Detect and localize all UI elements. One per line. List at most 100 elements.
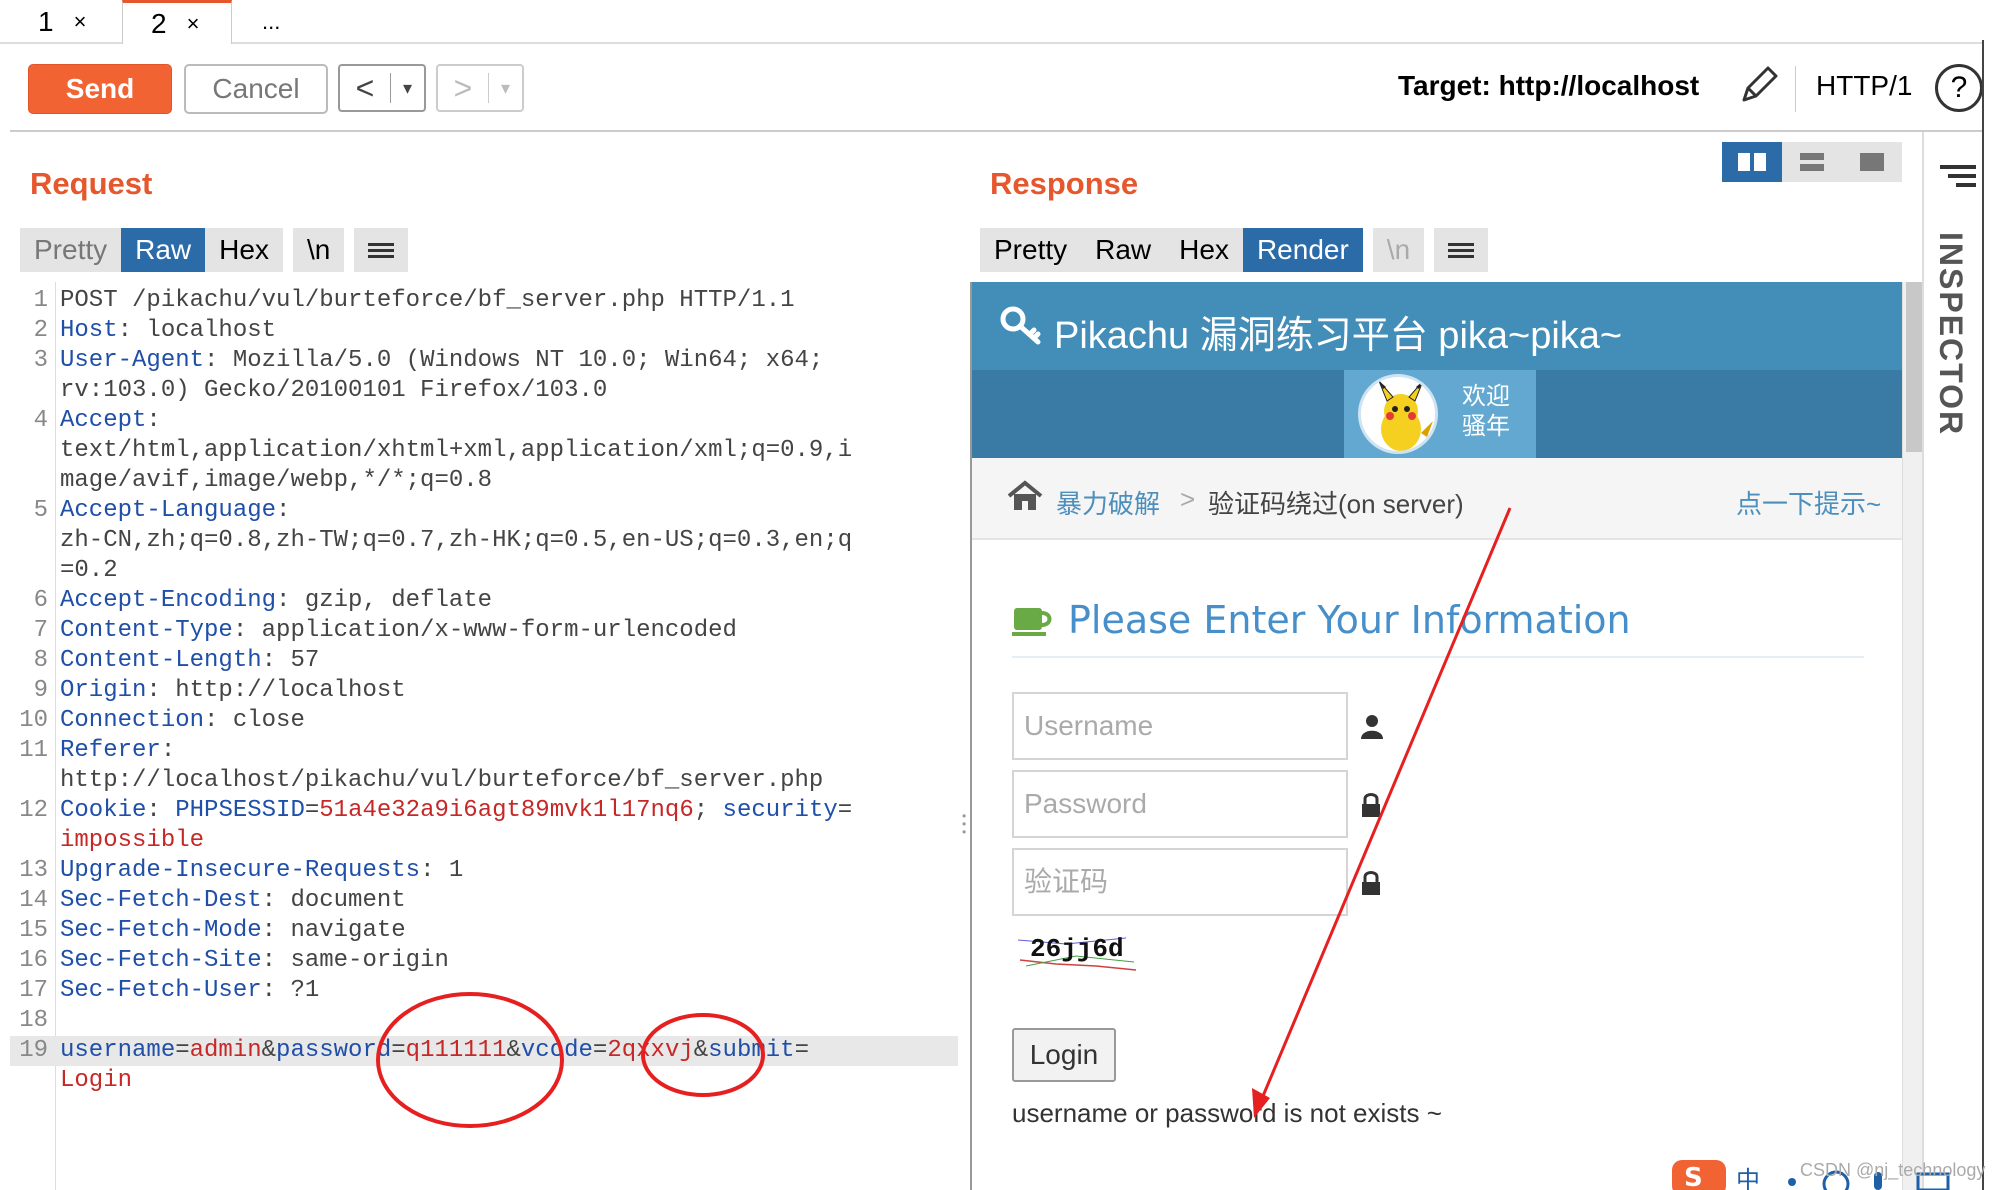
header-value: : ?1 [261,977,320,1004]
request-line[interactable]: 18 [10,1006,958,1036]
back-button[interactable]: < ▾ [338,64,426,112]
request-line[interactable]: 7 Content-Type: application/x-www-form-ur… [10,616,958,646]
request-line[interactable]: text/html,application/xhtml+xml,applicat… [10,436,958,466]
layout-stacked-icon[interactable] [1782,142,1842,182]
line-number: 2 [33,317,48,344]
line-code: mage/avif,image/webp,*/*;q=0.8 [60,466,492,496]
request-line[interactable]: http://localhost/pikachu/vul/burteforce/… [10,766,958,796]
response-scrollbar[interactable] [1902,282,1922,1190]
line-code: Referer: [60,736,175,766]
line-number: 11 [19,737,48,764]
request-line[interactable]: 6 Accept-Encoding: gzip, deflate [10,586,958,616]
line-code: Sec-Fetch-Dest: document [60,886,406,916]
pikachu-avatar [1358,374,1438,454]
request-line[interactable]: 19 username=admin&password=q111111&vcode=… [10,1036,958,1066]
window-edge [1982,40,1993,1190]
chevron-down-icon[interactable]: ▾ [488,73,522,103]
vcode-input[interactable] [1014,850,1346,914]
cancel-button[interactable]: Cancel [184,64,328,114]
password-input[interactable] [1014,772,1346,836]
request-line[interactable]: 3 User-Agent: Mozilla/5.0 (Windows NT 10.… [10,346,958,376]
target-label: Target: http://localhost [1398,70,1700,101]
vcode-field[interactable] [1012,848,1348,916]
request-line[interactable]: 4 Accept: [10,406,958,436]
layout-single-icon[interactable] [1842,142,1902,182]
request-line[interactable]: 8 Content-Length: 57 [10,646,958,676]
inspector-menu-icon[interactable] [1940,160,1976,192]
user-welcome[interactable]: 欢迎 骚年 [1344,370,1536,458]
inspector-label[interactable]: INSPECTOR [1932,232,1969,436]
header-value: : close [204,707,305,734]
param-value: admin [189,1037,262,1064]
tab-render[interactable]: Render [1242,228,1363,272]
tab-pretty[interactable]: Pretty [980,228,1082,272]
response-menu-icon[interactable] [1434,228,1489,272]
request-line[interactable]: 13 Upgrade-Insecure-Requests: 1 [10,856,958,886]
password-field[interactable] [1012,770,1348,838]
layout-side-by-side-icon[interactable] [1722,142,1782,182]
request-line[interactable]: 10 Connection: close [10,706,958,736]
line-number: 7 [33,617,48,644]
breadcrumb-link[interactable]: 暴力破解 [1056,484,1160,521]
request-menu-icon[interactable] [354,228,409,272]
toolbar-separator [1795,66,1796,112]
svg-text:S: S [1684,1163,1703,1190]
username-input[interactable] [1014,694,1346,758]
tab-newline[interactable]: \n [1372,228,1425,272]
http-version[interactable]: HTTP/1 [1816,70,1912,102]
tab-close-icon[interactable]: × [187,11,200,37]
tab-close-icon[interactable]: × [74,9,87,35]
request-line[interactable]: 15 Sec-Fetch-Mode: navigate [10,916,958,946]
line-number: 13 [19,857,48,884]
tab-hex[interactable]: Hex [1165,228,1243,272]
tab-more[interactable]: ... [262,0,280,44]
captcha-image[interactable]: 26jj6d [1016,930,1140,972]
request-editor[interactable]: 1 POST /pikachu/vul/burteforce/bf_server.… [10,282,958,1190]
login-button[interactable]: Login [1012,1028,1116,1082]
header-value: : navigate [261,917,406,944]
request-line[interactable]: 17 Sec-Fetch-User: ?1 [10,976,958,1006]
request-line[interactable]: mage/avif,image/webp,*/*;q=0.8 [10,466,958,496]
line-number: 17 [19,977,48,1004]
tab-hex[interactable]: Hex [205,228,283,272]
tab-newline[interactable]: \n [292,228,345,272]
tab-pretty[interactable]: Pretty [20,228,122,272]
request-line[interactable]: 9 Origin: http://localhost [10,676,958,706]
scroll-thumb[interactable] [1906,282,1922,452]
request-line[interactable]: 16 Sec-Fetch-Site: same-origin [10,946,958,976]
response-title: Response [990,166,1139,201]
pane-divider[interactable]: • • • [960,132,970,1190]
request-line[interactable]: 11 Referer: [10,736,958,766]
header-value: text/html,application/xhtml+xml,applicat… [60,437,853,464]
header-value: : 1 [420,857,464,884]
request-line[interactable]: 2 Host: localhost [10,316,958,346]
request-line[interactable]: 1 POST /pikachu/vul/burteforce/bf_server.… [10,286,958,316]
hint-link[interactable]: 点一下提示~ [1736,484,1881,521]
help-icon[interactable]: ? [1935,64,1983,112]
chevron-down-icon[interactable]: ▾ [390,73,424,103]
forward-button[interactable]: > ▾ [436,64,524,112]
tab-2[interactable]: 2 × [122,0,232,44]
form-divider [1012,656,1864,658]
header-key: Accept-Encoding [60,587,277,614]
tab-1[interactable]: 1 × [38,0,86,44]
request-line[interactable]: 12 Cookie: PHPSESSID=51a4e32a9i6agt89mvk1… [10,796,958,826]
line-number: 1 [33,287,48,314]
send-button[interactable]: Send [28,64,172,114]
line-code: text/html,application/xhtml+xml,applicat… [60,436,852,466]
request-line[interactable]: 5 Accept-Language: [10,496,958,526]
request-line[interactable]: zh-CN,zh;q=0.8,zh-TW;q=0.7,zh-HK;q=0.5,e… [10,526,958,556]
request-line[interactable]: rv:103.0) Gecko/20100101 Firefox/103.0 [10,376,958,406]
header-value: = [391,1037,406,1064]
request-line[interactable]: Login [10,1066,958,1096]
pencil-icon[interactable] [1738,62,1782,106]
header-key: Content-Type [60,617,233,644]
request-line[interactable]: impossible [10,826,958,856]
header-value: : [146,797,176,824]
tab-raw[interactable]: Raw [1081,228,1166,272]
tab-raw[interactable]: Raw [121,228,206,272]
request-line[interactable]: 14 Sec-Fetch-Dest: document [10,886,958,916]
site-title[interactable]: Pikachu 漏洞练习平台 pika~pika~ [1054,304,1622,359]
username-field[interactable] [1012,692,1348,760]
request-line[interactable]: =0.2 [10,556,958,586]
